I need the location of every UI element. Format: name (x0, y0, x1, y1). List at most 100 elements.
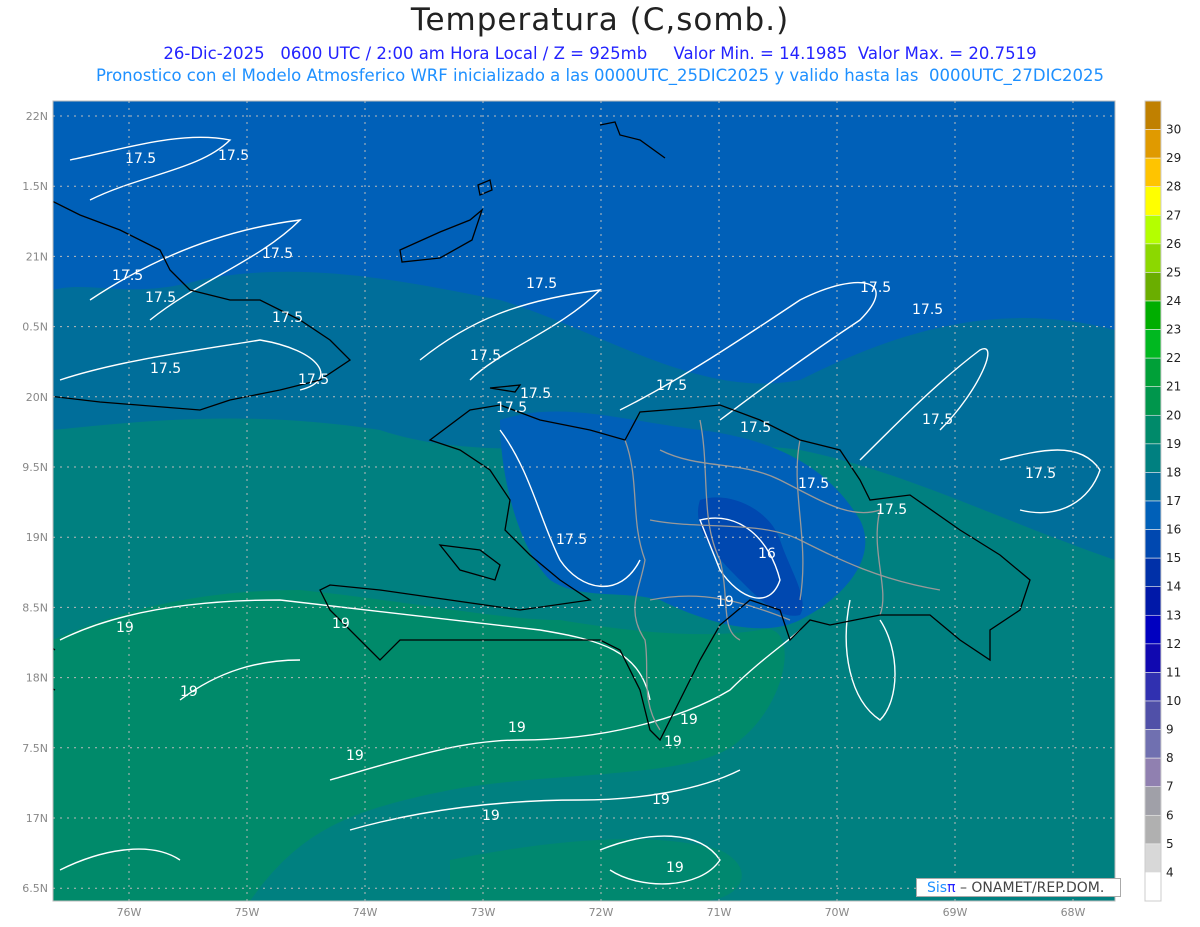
lat-label: 7.5N (22, 742, 48, 755)
colorbar-swatch (1144, 700, 1162, 730)
lon-label: 70W (825, 906, 850, 919)
colorbar-label: 14 (1166, 580, 1181, 594)
colorbar-swatch (1144, 443, 1162, 473)
colorbar-label: 13 (1166, 608, 1181, 622)
colorbar-swatch (1144, 757, 1162, 788)
contour-label: 19 (116, 620, 134, 636)
colorbar-label: 24 (1166, 294, 1181, 308)
contour-label: 17.5 (912, 302, 943, 318)
colorbar: 30 29 28 27 26 25 24 23 22 21 20 19 18 17 16 15 14 13 12 11… (1144, 100, 1181, 902)
contour-label: 17.5 (218, 148, 249, 164)
colorbar-swatch (1144, 843, 1162, 873)
colorbar-label: 21 (1166, 380, 1181, 394)
colorbar-swatch (1144, 243, 1162, 273)
colorbar-label: 26 (1166, 237, 1181, 251)
contour-label: 17.5 (860, 280, 891, 296)
lat-label: 6.5N (22, 882, 48, 895)
contour-label: 17.5 (112, 268, 143, 284)
colorbar-label: 25 (1166, 265, 1181, 279)
colorbar-swatch (1144, 586, 1162, 616)
contour-label: 19 (332, 616, 350, 632)
colorbar-swatch (1144, 329, 1162, 359)
contour-label: 17.5 (145, 290, 176, 306)
colorbar-label: 15 (1166, 551, 1181, 565)
contour-label: 17.5 (1025, 466, 1056, 482)
contour-label: 17.5 (298, 372, 329, 388)
colorbar-swatch (1144, 157, 1162, 188)
contour-label: 19 (482, 808, 500, 824)
colorbar-swatch (1144, 214, 1162, 245)
lat-label: 22N (26, 110, 48, 123)
contour-label: 17.5 (656, 378, 687, 394)
contour-label: 17.5 (556, 532, 587, 548)
colorbar-swatch (1144, 272, 1162, 302)
sis-logo-text: Sis (927, 880, 948, 896)
contour-label: 17.5 (272, 310, 303, 326)
colorbar-label: 28 (1166, 180, 1181, 194)
lon-label: 71W (707, 906, 732, 919)
contour-label: 19 (180, 684, 198, 700)
lon-label: 68W (1061, 906, 1086, 919)
colorbar-swatch (1144, 729, 1162, 759)
contour-label: 17.5 (150, 361, 181, 377)
contour-label: 19 (508, 720, 526, 736)
contour-label: 17.5 (262, 246, 293, 262)
lat-label: 21N (26, 250, 48, 263)
colorbar-swatch (1144, 643, 1162, 673)
contour-label: 17.5 (470, 348, 501, 364)
colorbar-label: 27 (1166, 208, 1181, 222)
contour-label: 17.5 (876, 502, 907, 518)
lat-label: 0.5N (22, 321, 48, 334)
contour-label: 17.5 (496, 400, 527, 416)
colorbar-label: 8 (1166, 751, 1174, 765)
lon-label: 73W (471, 906, 496, 919)
colorbar-label: 19 (1166, 437, 1181, 451)
colorbar-label: 20 (1166, 408, 1181, 422)
credit-label: Sisπ – ONAMET/REP.DOM. (916, 878, 1121, 897)
colorbar-swatch (1144, 814, 1162, 845)
lon-label: 75W (235, 906, 260, 919)
lon-label: 76W (117, 906, 142, 919)
colorbar-swatch (1144, 872, 1162, 902)
colorbar-label: 12 (1166, 637, 1181, 651)
colorbar-label: 7 (1166, 780, 1174, 794)
colorbar-label: 22 (1166, 351, 1181, 365)
colorbar-swatch (1144, 786, 1162, 816)
colorbar-swatch (1144, 529, 1162, 559)
colorbar-swatch (1144, 357, 1162, 388)
colorbar-swatch (1144, 500, 1162, 530)
lon-label: 74W (353, 906, 378, 919)
contour-label: 19 (666, 860, 684, 876)
pi-logo-text: π (947, 880, 956, 896)
contour-label: 17.5 (798, 476, 829, 492)
colorbar-label: 18 (1166, 465, 1181, 479)
credit-text: – ONAMET/REP.DOM. (955, 880, 1105, 896)
temperature-map: 17.5 17.517.517.517.517.517.517.517.517.5… (22, 100, 1181, 919)
contour-label: 19 (680, 712, 698, 728)
colorbar-label: 17 (1166, 494, 1181, 508)
colorbar-swatch (1144, 186, 1162, 216)
contour-label: 16 (758, 546, 776, 562)
lat-label: 1.5N (22, 180, 48, 193)
contour-label: 17.5 (740, 420, 771, 436)
contour-label: 19 (652, 792, 670, 808)
colorbar-label: 11 (1166, 665, 1181, 679)
lat-label: 18N (26, 672, 48, 685)
lat-label: 19N (26, 531, 48, 544)
lat-label: 9.5N (22, 461, 48, 474)
colorbar-swatch (1144, 129, 1162, 159)
colorbar-label: 10 (1166, 694, 1181, 708)
colorbar-label: 23 (1166, 323, 1181, 337)
colorbar-swatch (1144, 386, 1162, 416)
lat-label: 17N (26, 812, 48, 825)
colorbar-label: 29 (1166, 151, 1181, 165)
lon-label: 72W (589, 906, 614, 919)
contour-label: 19 (664, 734, 682, 750)
colorbar-swatch (1144, 414, 1162, 445)
map-field: 17.5 17.517.517.517.517.517.517.517.517.5… (53, 101, 1115, 901)
colorbar-label: 30 (1166, 123, 1181, 137)
lat-label: 20N (26, 391, 48, 404)
colorbar-label: 9 (1166, 723, 1174, 737)
colorbar-swatch (1144, 300, 1162, 330)
colorbar-swatch (1144, 557, 1162, 588)
